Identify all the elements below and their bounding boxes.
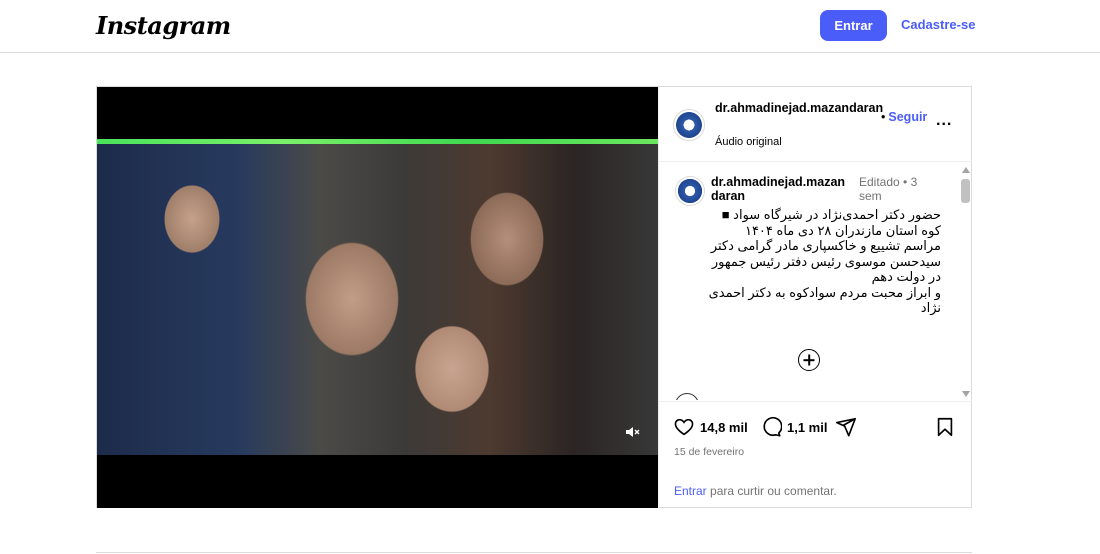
caption-username[interactable]: dr.ahmadinejad.mazandaran: [711, 175, 851, 203]
scroll-down-arrow[interactable]: [962, 391, 970, 397]
post-author-username[interactable]: dr.ahmadinejad.mazandaran: [715, 101, 885, 115]
next-comment-avatar[interactable]: [675, 393, 699, 400]
signup-link[interactable]: Cadastre-se: [901, 17, 975, 32]
follow-separator: •: [881, 110, 886, 124]
scroll-up-arrow[interactable]: [962, 167, 970, 173]
avatar[interactable]: [673, 109, 705, 141]
comment-icon: [763, 416, 782, 437]
instagram-logo[interactable]: Instagram: [96, 11, 231, 40]
post-actions: 14,8 mil 1,1 mil 15 de fevereiro Entrar …: [659, 401, 972, 508]
post-video[interactable]: [97, 87, 658, 508]
post-card: dr.ahmadinejad.mazandaran Áudio original…: [96, 86, 972, 508]
comments-scrollbar[interactable]: [959, 165, 972, 401]
post-header: dr.ahmadinejad.mazandaran Áudio original…: [659, 87, 972, 162]
login-prompt-text: para curtir ou comentar.: [706, 484, 837, 498]
caption-avatar[interactable]: [675, 176, 705, 206]
share-button[interactable]: [835, 416, 857, 438]
mute-icon[interactable]: [624, 424, 640, 440]
top-header: Instagram Entrar Cadastre-se: [0, 0, 1100, 53]
comments-panel[interactable]: dr.ahmadinejad.mazandaran Editado • 3 se…: [659, 163, 972, 400]
post-date[interactable]: 15 de fevereiro: [674, 446, 744, 458]
audio-label[interactable]: Áudio original: [715, 136, 782, 148]
comment-count: 1,1 mil: [787, 419, 828, 435]
video-artifact-line: [97, 139, 658, 144]
section-divider: [96, 552, 972, 553]
save-button[interactable]: [934, 416, 956, 438]
like-button[interactable]: 14,8 mil: [673, 416, 748, 438]
login-prompt-link[interactable]: Entrar: [674, 484, 707, 498]
caption-meta: Editado • 3 sem: [859, 175, 918, 203]
more-icon[interactable]: ...: [936, 112, 952, 130]
plus-circle-icon[interactable]: [798, 349, 820, 371]
follow-label[interactable]: Seguir: [888, 110, 927, 124]
heart-icon: [674, 418, 694, 436]
comment-button[interactable]: 1,1 mil: [760, 416, 827, 438]
bookmark-icon: [937, 417, 953, 437]
share-icon: [836, 417, 856, 437]
login-button[interactable]: Entrar: [820, 10, 887, 41]
post-sidebar: dr.ahmadinejad.mazandaran Áudio original…: [658, 87, 972, 508]
caption-text: حضور دکتر احمدی‌نژاد در شیرگاه سواد ■ کو…: [708, 207, 941, 315]
like-count: 14,8 mil: [700, 419, 748, 435]
login-prompt: Entrar para curtir ou comentar.: [674, 484, 837, 498]
video-frame[interactable]: [97, 139, 658, 455]
scroll-thumb[interactable]: [961, 179, 970, 203]
follow-button[interactable]: • Seguir: [881, 110, 927, 124]
